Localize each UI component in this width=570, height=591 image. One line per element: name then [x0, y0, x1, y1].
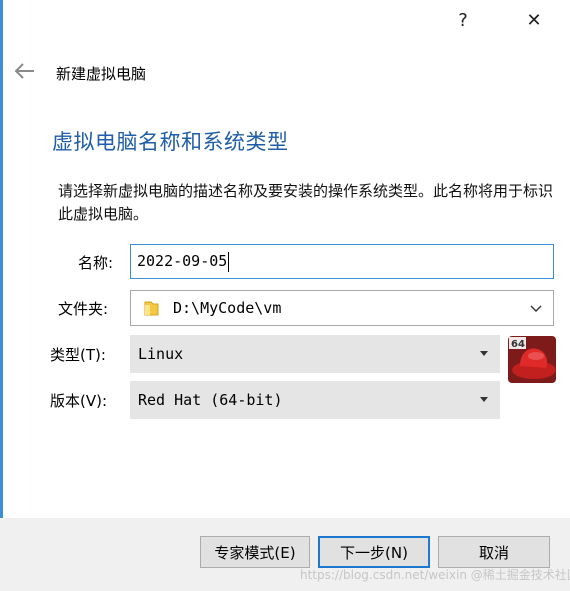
cancel-label: 取消 — [478, 543, 509, 562]
watermark-text: https://blog.csdn.net/weixin @稀土掘金技术社区 — [300, 568, 570, 582]
version-value: Red Hat (64-bit) — [138, 391, 283, 409]
page-description: 请选择新虚拟电脑的描述名称及要安装的操作系统类型。此名称将用于标识此虚拟电脑。 — [58, 182, 554, 223]
expert-mode-label: 专家模式(E) — [214, 543, 296, 562]
redhat-os-icon: 64 — [508, 336, 556, 383]
name-value: 2022-09-05 — [137, 252, 228, 270]
type-label: 类型(T): — [50, 346, 106, 364]
folder-value: D:\MyCode\vm — [173, 299, 282, 317]
next-label: 下一步(N) — [340, 543, 408, 562]
name-input[interactable]: 2022-09-05 — [130, 244, 554, 279]
type-select[interactable]: Linux — [130, 335, 500, 373]
dropdown-arrow-icon — [480, 397, 488, 402]
wizard-header: 新建虚拟电脑 — [0, 52, 570, 92]
window-title: 新建虚拟电脑 — [56, 65, 147, 83]
expert-mode-button[interactable]: 专家模式(E) — [200, 536, 310, 568]
title-bar: ? ✕ — [0, 0, 570, 40]
version-label: 版本(V): — [50, 392, 108, 410]
version-select[interactable]: Red Hat (64-bit) — [130, 381, 500, 419]
next-button[interactable]: 下一步(N) — [318, 536, 430, 568]
cancel-button[interactable]: 取消 — [438, 536, 550, 568]
close-button[interactable]: ✕ — [511, 0, 557, 40]
back-arrow-icon[interactable] — [12, 60, 36, 82]
os-badge-text: 64 — [511, 339, 525, 350]
help-icon: ? — [458, 9, 468, 31]
dropdown-arrow-icon — [480, 351, 488, 356]
text-caret — [228, 251, 230, 272]
chevron-down-icon[interactable] — [529, 300, 543, 316]
folder-select[interactable]: D:\MyCode\vm — [130, 290, 554, 326]
close-icon: ✕ — [526, 9, 542, 31]
folder-label: 文件夹: — [58, 300, 109, 318]
name-label: 名称: — [78, 254, 114, 272]
help-button[interactable]: ? — [440, 0, 486, 40]
type-value: Linux — [138, 345, 184, 363]
folder-icon — [144, 301, 159, 316]
page-heading: 虚拟电脑名称和系统类型 — [52, 130, 289, 154]
